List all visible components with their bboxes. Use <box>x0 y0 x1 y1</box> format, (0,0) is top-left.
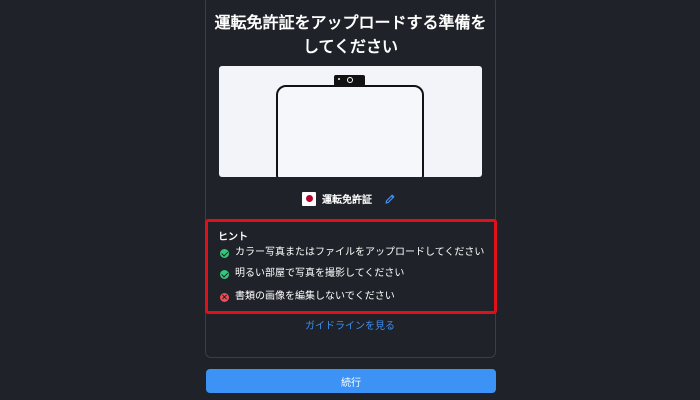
document-type-label: 運転免許証 <box>322 195 372 206</box>
guidelines-link[interactable]: ガイドラインを見る <box>0 317 700 332</box>
hint-text: 明るい部屋で写真を撮影してください <box>235 268 405 279</box>
hint-item: 書類の画像を編集しないでください <box>220 291 395 303</box>
camera-notch-icon <box>334 75 365 86</box>
camera-preview <box>219 66 482 177</box>
check-circle-icon <box>220 269 229 279</box>
upload-prep-page: 運転免許証をアップロードする準備をしてください 運転免許証 ヒント カラー写真ま… <box>0 0 700 400</box>
device-frame <box>276 85 424 177</box>
document-type-row: 運転免許証 <box>302 191 396 206</box>
japan-flag-icon <box>302 191 316 206</box>
hint-text: カラー写真またはファイルをアップロードしてください <box>235 247 485 258</box>
pencil-icon[interactable] <box>384 193 396 205</box>
continue-button[interactable]: 続行 <box>206 369 496 393</box>
camera-lens-icon <box>347 77 353 83</box>
hint-item: 明るい部屋で写真を撮影してください <box>220 268 404 280</box>
page-title: 運転免許証をアップロードする準備をしてください <box>214 13 487 56</box>
x-circle-icon <box>220 292 229 302</box>
sensor-dot <box>338 78 340 80</box>
hint-item: カラー写真またはファイルをアップロードしてください <box>220 247 484 259</box>
hints-title: ヒント <box>218 232 248 243</box>
check-circle-icon <box>220 248 229 258</box>
hint-text: 書類の画像を編集しないでください <box>235 291 395 302</box>
